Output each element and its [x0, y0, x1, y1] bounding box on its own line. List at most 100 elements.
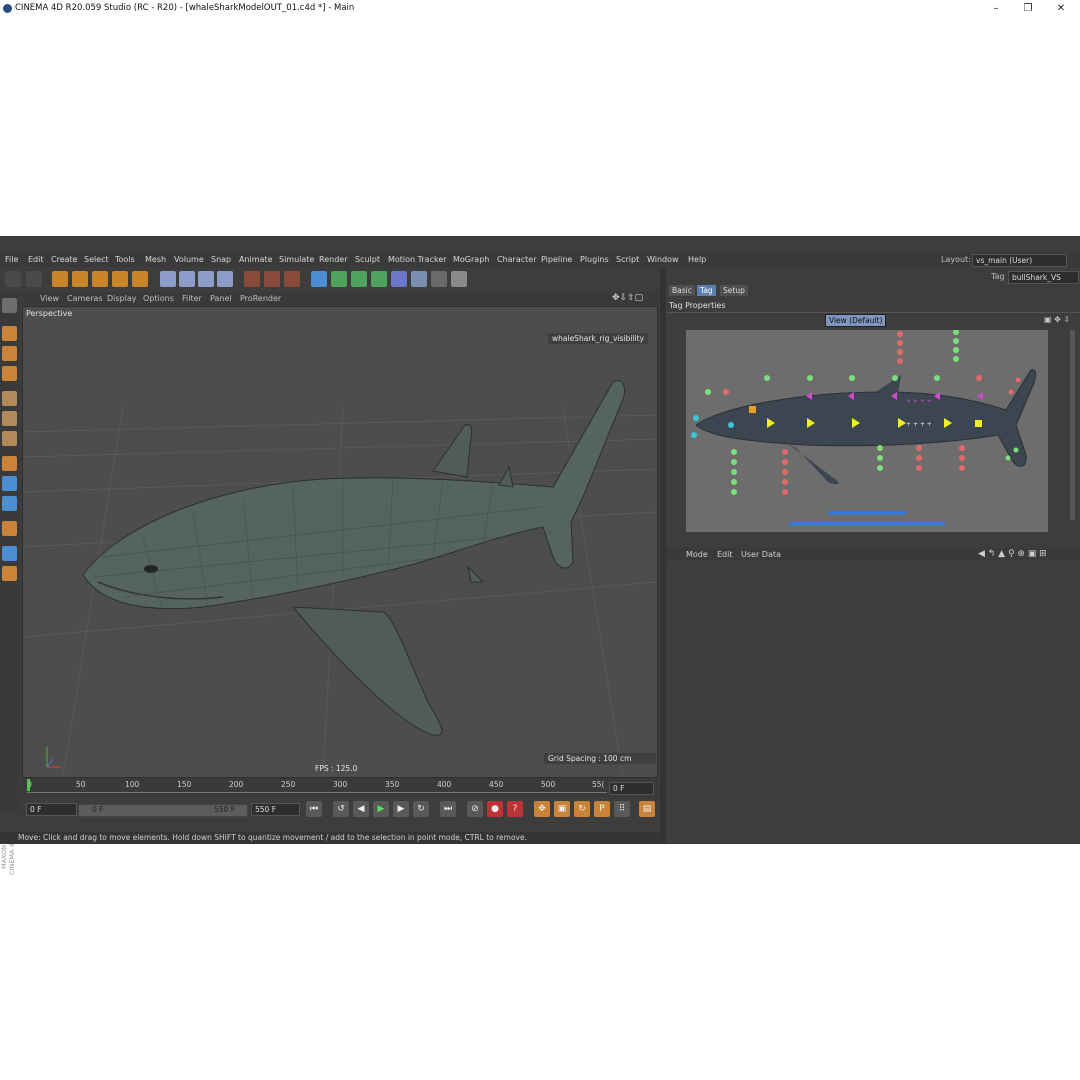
previous-key-icon[interactable]: ↺ [333, 801, 349, 817]
viewport-navigation-icon[interactable]: ✥⇩⇧▢ [612, 292, 643, 305]
attr-menu-edit[interactable]: Edit [717, 548, 733, 561]
floor-icon[interactable] [411, 271, 427, 287]
tab-tag[interactable]: Tag [697, 285, 716, 296]
world-coordinates-icon[interactable] [217, 271, 233, 287]
render-settings-icon[interactable] [284, 271, 300, 287]
menu-file[interactable]: File [5, 253, 18, 267]
texture-mode-icon[interactable] [2, 346, 17, 361]
menu-edit[interactable]: Edit [28, 253, 44, 267]
motion-record-icon[interactable]: ⊘ [467, 801, 483, 817]
subdivision-surface-icon[interactable] [351, 271, 367, 287]
menu-script[interactable]: Script [616, 253, 639, 267]
menu-mograph[interactable]: MoGraph [453, 253, 489, 267]
menu-render[interactable]: Render [319, 253, 347, 267]
attr-menu-mode[interactable]: Mode [686, 548, 708, 561]
close-button[interactable]: ✕ [1046, 0, 1076, 17]
edges-mode-icon[interactable] [2, 411, 17, 426]
light-icon[interactable] [451, 271, 467, 287]
go-to-end-icon[interactable]: ⏭ [440, 801, 456, 817]
cloner-icon[interactable] [371, 271, 387, 287]
record-point-level-icon[interactable]: ⠿ [614, 801, 630, 817]
menu-window[interactable]: Window [647, 253, 679, 267]
viewport-menu-display[interactable]: Display [107, 292, 137, 305]
redo-icon[interactable] [26, 271, 42, 287]
tweak-mode-icon[interactable] [2, 476, 17, 491]
points-mode-icon[interactable] [2, 391, 17, 406]
autokeying-icon[interactable]: ? [507, 801, 523, 817]
make-editable-icon[interactable] [2, 298, 17, 313]
menu-select[interactable]: Select [84, 253, 109, 267]
tag-name-field[interactable]: bullShark_VS [1008, 271, 1079, 284]
view-default-button[interactable]: View (Default) [825, 314, 887, 327]
play-icon[interactable]: ▶ [373, 801, 389, 817]
attr-menu-user-data[interactable]: User Data [741, 548, 781, 561]
viewport-menu-filter[interactable]: Filter [182, 292, 202, 305]
workplane-mode-icon[interactable] [2, 366, 17, 381]
visibility-selector-preview[interactable]: + + + + + + + + [686, 330, 1048, 532]
record-scale-icon[interactable]: ▣ [554, 801, 570, 817]
record-active-objects-icon[interactable]: ● [487, 801, 503, 817]
planar-workplane-icon[interactable] [2, 546, 17, 561]
next-frame-icon[interactable]: ▶ [393, 801, 409, 817]
attr-navigation-icon[interactable]: ◀ ↰ ▲ ⚲ ⊕ ▣ ⊞ [978, 548, 1047, 561]
layout-select[interactable]: vs_main (User) [972, 254, 1067, 267]
menu-snap[interactable]: Snap [211, 253, 231, 267]
menu-mesh[interactable]: Mesh [145, 253, 166, 267]
start-frame-field[interactable]: 0 F [26, 803, 77, 816]
maximize-button[interactable]: ❐ [1013, 0, 1043, 17]
scale-tool-icon[interactable] [92, 271, 108, 287]
viewport-menu-cameras[interactable]: Cameras [67, 292, 103, 305]
z-axis-icon[interactable] [198, 271, 214, 287]
tab-basic[interactable]: Basic [669, 285, 695, 296]
x-axis-icon[interactable] [160, 271, 176, 287]
undo-icon[interactable] [5, 271, 21, 287]
minimize-button[interactable]: – [981, 0, 1011, 17]
menu-plugins[interactable]: Plugins [580, 253, 609, 267]
record-parameter-icon[interactable]: P [594, 801, 610, 817]
tab-setup[interactable]: Setup [720, 285, 748, 296]
previous-frame-icon[interactable]: ◀ [353, 801, 369, 817]
snapping-icon[interactable] [2, 496, 17, 511]
render-picture-viewer-icon[interactable] [264, 271, 280, 287]
record-position-icon[interactable]: ✥ [534, 801, 550, 817]
deformer-icon[interactable] [391, 271, 407, 287]
preview-controls-icon[interactable]: ▣ ✥ ⇩ [1044, 315, 1070, 324]
axis-mode-icon[interactable] [2, 456, 17, 471]
viewport-menu-options[interactable]: Options [143, 292, 174, 305]
y-axis-icon[interactable] [179, 271, 195, 287]
menu-tools[interactable]: Tools [115, 253, 135, 267]
timeline-ruler[interactable]: 0 50 100 150 200 250 300 350 400 450 500… [22, 778, 658, 798]
menu-sculpt[interactable]: Sculpt [355, 253, 380, 267]
next-key-icon[interactable]: ↻ [413, 801, 429, 817]
menu-create[interactable]: Create [51, 253, 78, 267]
preview-scrollbar[interactable] [1070, 330, 1075, 520]
select-tool-icon[interactable] [52, 271, 68, 287]
timeline-window-icon[interactable]: ▤ [639, 801, 655, 817]
move-tool-icon[interactable] [72, 271, 88, 287]
add-tool-icon[interactable] [132, 271, 148, 287]
menu-help[interactable]: Help [688, 253, 706, 267]
menu-volume[interactable]: Volume [174, 253, 204, 267]
menu-character[interactable]: Character [497, 253, 537, 267]
viewport-menu-view[interactable]: View [40, 292, 59, 305]
perspective-viewport[interactable]: Perspective whaleShark_rig_visibility FP… [22, 306, 658, 778]
record-rotation-icon[interactable]: ↻ [574, 801, 590, 817]
menu-pipeline[interactable]: Pipeline [541, 253, 572, 267]
camera-icon[interactable] [431, 271, 447, 287]
menu-animate[interactable]: Animate [239, 253, 273, 267]
current-frame-field[interactable]: 0 F [609, 782, 654, 795]
spline-pen-icon[interactable] [331, 271, 347, 287]
go-to-start-icon[interactable]: ⏮ [306, 801, 322, 817]
solo-mode-icon[interactable] [2, 566, 17, 581]
end-frame-field[interactable]: 550 F [251, 803, 300, 816]
viewport-menu-panel[interactable]: Panel [210, 292, 232, 305]
render-view-icon[interactable] [244, 271, 260, 287]
model-mode-icon[interactable] [2, 326, 17, 341]
menu-motion-tracker[interactable]: Motion Tracker [388, 253, 447, 267]
lock-workplane-icon[interactable] [2, 521, 17, 536]
cube-object-icon[interactable] [311, 271, 327, 287]
polygons-mode-icon[interactable] [2, 431, 17, 446]
rotate-tool-icon[interactable] [112, 271, 128, 287]
viewport-menu-prorender[interactable]: ProRender [240, 292, 281, 305]
menu-simulate[interactable]: Simulate [279, 253, 314, 267]
